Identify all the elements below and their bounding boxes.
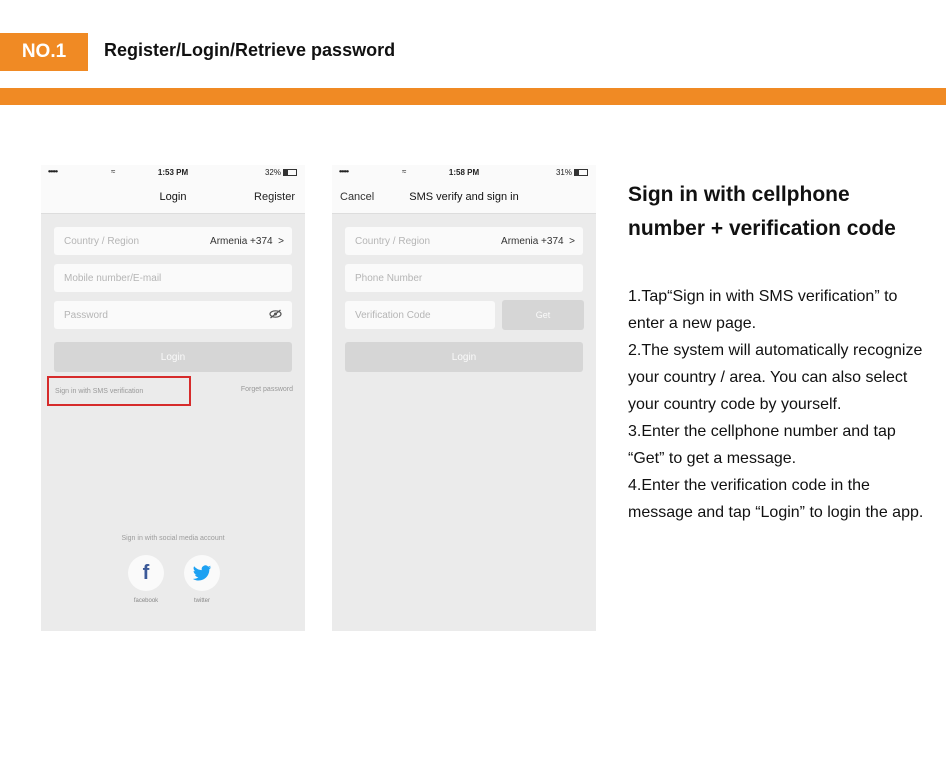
sms-sign-in-link[interactable]: Sign in with SMS verification	[47, 376, 191, 406]
twitter-icon[interactable]	[184, 555, 220, 591]
nav-title: SMS verify and sign in	[409, 191, 519, 203]
instructions-title: Sign in with cellphone number + verifica…	[628, 183, 896, 240]
status-bar: ••••• ≈ 1:53 PM 32%	[41, 165, 305, 181]
instruction-step: 3.Enter the cellphone number and tap “Ge…	[628, 423, 896, 467]
facebook-icon[interactable]: f	[128, 555, 164, 591]
mobile-email-input[interactable]: Mobile number/E-mail	[54, 264, 292, 292]
country-selector[interactable]: Country / Region Armenia +374 >	[54, 227, 292, 255]
country-value: Armenia +374 >	[501, 236, 575, 247]
nav-bar: Login Register	[41, 181, 305, 214]
phone-number-input[interactable]: Phone Number	[345, 264, 583, 292]
login-button[interactable]: Login	[54, 342, 292, 372]
battery-percent: 31%	[555, 168, 572, 177]
chevron-right-icon: >	[278, 236, 284, 247]
sms-verify-screen: ••••• ≈ 1:58 PM 31% Cancel SMS verify an…	[332, 165, 596, 631]
instructions-body: 1.Tap“Sign in with SMS verification” to …	[628, 283, 928, 526]
country-selector[interactable]: Country / Region Armenia +374 >	[345, 227, 583, 255]
battery-icon	[283, 169, 297, 176]
country-label: Country / Region	[64, 236, 140, 247]
battery-percent: 32%	[264, 168, 281, 177]
instruction-step: 1.Tap“Sign in with SMS verification” to …	[628, 288, 898, 332]
battery-icon	[574, 169, 588, 176]
chevron-right-icon: >	[569, 236, 575, 247]
hide-password-icon[interactable]	[269, 308, 282, 322]
register-button[interactable]: Register	[254, 191, 295, 203]
section-badge: NO.1	[0, 33, 88, 71]
social-sign-in-label: Sign in with social media account	[121, 535, 225, 542]
twitter-label: twitter	[193, 598, 210, 604]
mobile-email-placeholder: Mobile number/E-mail	[64, 273, 162, 284]
phone-number-placeholder: Phone Number	[355, 273, 423, 284]
battery-status: 31%	[556, 168, 588, 177]
verification-code-placeholder: Verification Code	[355, 310, 431, 321]
instruction-step: 2.The system will automatically recogniz…	[628, 342, 923, 413]
forgot-password-link[interactable]: Forget password	[241, 386, 293, 393]
login-button[interactable]: Login	[345, 342, 583, 372]
battery-status: 32%	[265, 168, 297, 177]
country-code: Armenia +374	[501, 236, 564, 247]
nav-bar: Cancel SMS verify and sign in	[332, 181, 596, 214]
status-bar: ••••• ≈ 1:58 PM 31%	[332, 165, 596, 181]
facebook-label: facebook	[133, 598, 159, 604]
verification-code-input[interactable]: Verification Code	[345, 301, 495, 329]
country-value: Armenia +374 >	[210, 236, 284, 247]
header-divider	[0, 88, 946, 105]
get-code-button[interactable]: Get	[502, 300, 584, 330]
password-placeholder: Password	[64, 310, 108, 321]
instruction-step: 4.Enter the verification code in the mes…	[628, 477, 924, 521]
country-label: Country / Region	[355, 236, 431, 247]
country-code: Armenia +374	[210, 236, 273, 247]
login-screen: ••••• ≈ 1:53 PM 32% Login Register Count…	[41, 165, 305, 631]
section-title: Register/Login/Retrieve password	[104, 40, 396, 60]
password-input[interactable]: Password	[54, 301, 292, 329]
